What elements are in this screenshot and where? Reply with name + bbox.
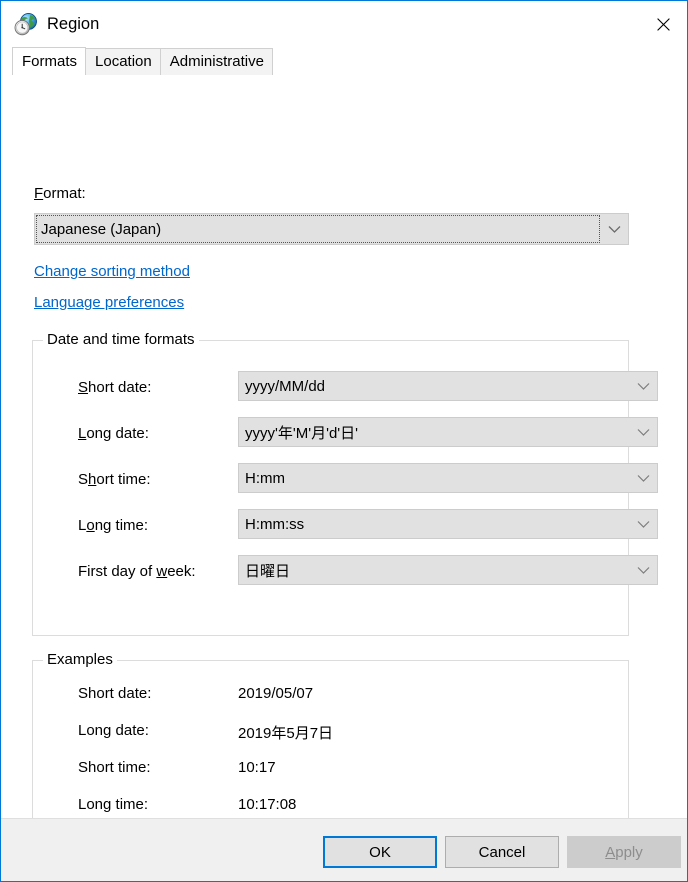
tab-strip: Formats Location Administrative (1, 47, 687, 75)
format-label: Format: (34, 185, 86, 202)
short-time-combobox[interactable]: H:mm (238, 463, 658, 493)
chevron-down-icon (629, 520, 657, 529)
first-day-of-week-combobox[interactable]: 日曜日 (238, 555, 658, 585)
example-short-time-label: Short time: (78, 759, 151, 776)
date-and-time-formats-group: Date and time formats Short date: yyyy/M… (32, 331, 658, 636)
chevron-down-icon (629, 428, 657, 437)
format-combobox[interactable]: Japanese (Japan) (34, 213, 629, 245)
title-bar: Region (1, 1, 687, 47)
region-globe-clock-icon (13, 12, 39, 38)
link-change-sorting-method[interactable]: Change sorting method (34, 263, 190, 280)
apply-button-label: Apply (605, 843, 643, 861)
first-day-of-week-value: 日曜日 (245, 562, 291, 580)
ok-button-label: OK (369, 843, 391, 861)
short-date-combobox[interactable]: yyyy/MM/dd (238, 371, 658, 401)
chevron-down-icon (629, 382, 657, 391)
example-long-time-value: 10:17:08 (238, 796, 297, 813)
chevron-down-icon (629, 566, 657, 575)
apply-button: Apply (567, 836, 681, 868)
example-long-time-label: Long time: (78, 796, 149, 813)
long-date-value: yyyy'年'M'月'd'日' (245, 424, 359, 442)
window-title: Region (47, 15, 100, 33)
short-time-label: Short time: (78, 471, 151, 488)
example-short-date-value: 2019/05/07 (238, 685, 314, 702)
format-label-rest: ormat: (43, 185, 86, 202)
long-date-label: Long date: (78, 425, 149, 442)
long-time-label: Long time: (78, 517, 149, 534)
ok-button[interactable]: OK (323, 836, 437, 868)
long-time-value: H:mm:ss (245, 515, 305, 533)
tab-formats[interactable]: Formats (12, 47, 87, 75)
tab-location[interactable]: Location (85, 48, 161, 75)
long-date-combobox[interactable]: yyyy'年'M'月'd'日' (238, 417, 658, 447)
example-long-date-label: Long date: (78, 722, 149, 739)
tab-location-label: Location (95, 53, 152, 70)
example-short-date-label: Short date: (78, 685, 152, 702)
close-icon[interactable] (640, 2, 686, 46)
cancel-button-label: Cancel (478, 843, 526, 861)
short-date-label: Short date: (78, 379, 152, 396)
formats-tab-panel: Format: Japanese (Japan) Change sorting … (1, 74, 687, 818)
date-and-time-formats-caption: Date and time formats (43, 331, 199, 348)
examples-group: Examples Short date: 2019/05/07 Long dat… (32, 651, 629, 818)
short-date-value: yyyy/MM/dd (245, 377, 326, 395)
cancel-button[interactable]: Cancel (445, 836, 559, 868)
tab-formats-label: Formats (22, 53, 78, 70)
examples-caption: Examples (43, 651, 117, 668)
short-time-value: H:mm (245, 469, 285, 487)
long-time-combobox[interactable]: H:mm:ss (238, 509, 658, 539)
tab-administrative[interactable]: Administrative (159, 48, 273, 75)
example-long-date-value: 2019年5月7日 (238, 725, 334, 742)
region-dialog-window: Region Formats Location Administrative F… (0, 0, 688, 882)
chevron-down-icon (600, 225, 628, 234)
format-combobox-value: Japanese (Japan) (41, 220, 162, 238)
dialog-footer: OK Cancel Apply (1, 818, 687, 881)
tab-administrative-label: Administrative (169, 53, 264, 70)
chevron-down-icon (629, 474, 657, 483)
example-short-time-value: 10:17 (238, 759, 276, 776)
first-day-of-week-label: First day of week: (78, 563, 196, 580)
link-language-preferences[interactable]: Language preferences (34, 294, 184, 311)
